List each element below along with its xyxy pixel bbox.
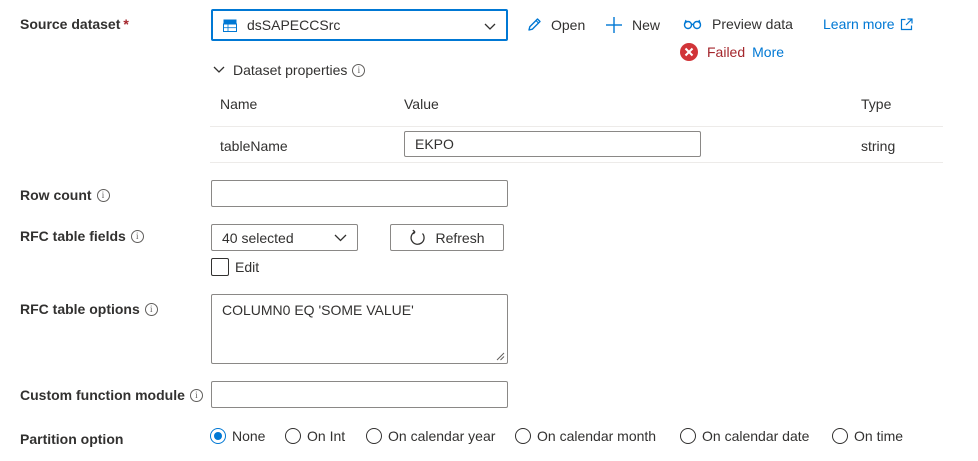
status-row: Failed More [680, 43, 784, 61]
column-header-type: Type [861, 96, 892, 112]
property-value-input[interactable]: EKPO [404, 131, 701, 157]
rfc-table-options-label: RFC table options i [20, 301, 158, 317]
partition-radio-on-calendar-date[interactable]: On calendar date [680, 428, 809, 444]
learn-more-link[interactable]: Learn more [823, 16, 913, 32]
refresh-button[interactable]: Refresh [390, 224, 504, 251]
property-type: string [861, 138, 896, 154]
partition-radio-on-time[interactable]: On time [832, 428, 903, 444]
partition-radio-none[interactable]: None [210, 428, 265, 444]
info-icon: i [189, 389, 203, 402]
dataset-properties-title: Dataset properties [233, 62, 348, 78]
edit-checkbox[interactable] [211, 258, 229, 276]
row-count-input[interactable] [211, 180, 508, 207]
custom-function-module-input[interactable] [211, 381, 508, 408]
edit-checkbox-row[interactable]: Edit [211, 258, 259, 276]
radio-button[interactable] [515, 428, 531, 444]
partition-radio-on-calendar-year[interactable]: On calendar year [366, 428, 495, 444]
pencil-icon [526, 16, 543, 33]
info-icon: i [352, 63, 366, 77]
radio-button-checked[interactable] [210, 428, 226, 444]
error-circle-icon [680, 43, 698, 61]
source-dataset-value: dsSAPECCSrc [247, 17, 341, 33]
dataset-properties-toggle[interactable]: Dataset properties i [213, 62, 366, 78]
resize-handle-icon[interactable] [495, 351, 505, 361]
partition-radio-on-calendar-month[interactable]: On calendar month [515, 428, 656, 444]
chevron-down-icon [484, 18, 496, 34]
info-icon: i [96, 189, 110, 202]
table-divider [210, 126, 943, 127]
source-dataset-label: Source dataset * [20, 16, 129, 32]
external-link-icon [900, 17, 913, 31]
plus-icon [605, 16, 623, 34]
partition-option-label: Partition option [20, 431, 124, 447]
column-header-value: Value [404, 96, 439, 112]
row-count-label: Row count i [20, 187, 110, 203]
radio-button[interactable] [285, 428, 301, 444]
sap-table-icon [223, 19, 237, 32]
info-icon: i [130, 230, 144, 243]
radio-button[interactable] [366, 428, 382, 444]
required-asterisk: * [123, 16, 129, 32]
refresh-icon [409, 229, 427, 247]
glasses-icon [683, 18, 702, 30]
radio-button[interactable] [680, 428, 696, 444]
table-divider [210, 162, 943, 163]
rfc-fields-dropdown[interactable]: 40 selected [211, 224, 358, 251]
open-button[interactable]: Open [526, 16, 585, 33]
partition-radio-on-int[interactable]: On Int [285, 428, 345, 444]
rfc-table-fields-label: RFC table fields i [20, 228, 144, 244]
more-link[interactable]: More [752, 44, 784, 60]
column-header-name: Name [220, 96, 258, 112]
edit-label: Edit [235, 259, 260, 275]
radio-button[interactable] [832, 428, 848, 444]
custom-function-module-label: Custom function module i [20, 387, 203, 403]
chevron-down-icon [213, 66, 225, 74]
rfc-table-options-textarea[interactable]: COLUMN0 EQ 'SOME VALUE' [211, 294, 508, 364]
preview-data-button[interactable]: Preview data [683, 16, 793, 32]
info-icon: i [144, 303, 158, 316]
property-name: tableName [220, 138, 288, 154]
source-dataset-dropdown[interactable]: dsSAPECCSrc [211, 9, 508, 41]
failed-status-text: Failed [707, 44, 746, 60]
chevron-down-icon [334, 234, 347, 242]
new-button[interactable]: New [605, 16, 660, 34]
